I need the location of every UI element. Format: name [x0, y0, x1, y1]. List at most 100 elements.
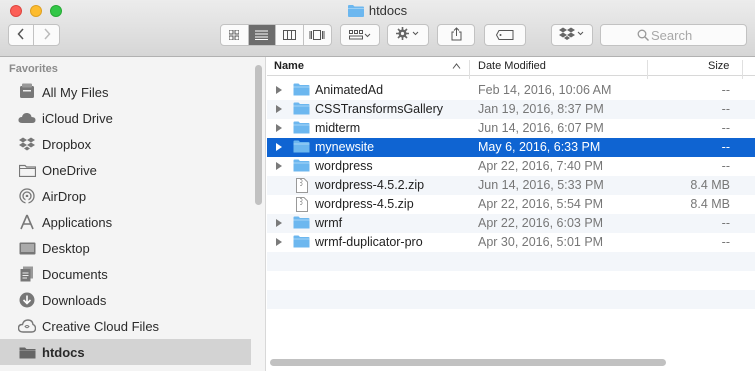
- table-row[interactable]: wrmf Apr 22, 2016, 6:03 PM --: [267, 214, 755, 233]
- share-button[interactable]: [437, 24, 475, 46]
- file-list: Name Date Modified Size AnimatedAd Feb 14…: [267, 57, 755, 371]
- sidebar-item-icloud-drive[interactable]: iCloud Drive: [0, 105, 251, 131]
- file-date-modified: Apr 22, 2016, 7:40 PM: [478, 159, 604, 173]
- sidebar-item-label: Desktop: [42, 240, 90, 256]
- sidebar-item-label: iCloud Drive: [42, 110, 113, 126]
- file-name: wordpress-4.5.2.zip: [315, 178, 425, 192]
- sidebar-item-creative-cloud-files[interactable]: Creative Cloud Files: [0, 313, 251, 339]
- date-modified-column-header[interactable]: Date Modified: [478, 60, 546, 72]
- documents-icon: [17, 264, 37, 284]
- table-row[interactable]: CSSTransformsGallery Jan 19, 2016, 8:37 P…: [267, 100, 755, 119]
- sidebar-item-htdocs[interactable]: htdocs: [0, 339, 251, 365]
- folder-icon: [293, 102, 310, 118]
- tag-button[interactable]: [484, 24, 526, 46]
- sidebar-item-label: AirDrop: [42, 188, 87, 204]
- cover-flow-icon: [309, 28, 325, 43]
- disclosure-triangle-icon[interactable]: [276, 143, 282, 151]
- file-name: mynewsite: [315, 140, 375, 154]
- sidebar-heading: Favorites: [9, 63, 58, 75]
- arrange-button[interactable]: [340, 24, 380, 46]
- sidebar-item-all-my-files[interactable]: All My Files: [0, 79, 251, 105]
- sidebar: Favorites All My Files iCloud Drive Drop…: [0, 57, 266, 371]
- sidebar-scrollbar[interactable]: [255, 65, 262, 205]
- table-row[interactable]: midterm Jun 14, 2016, 6:07 PM --: [267, 119, 755, 138]
- file-size: --: [721, 159, 730, 173]
- desktop-icon: [17, 238, 37, 258]
- table-row[interactable]: AnimatedAd Feb 14, 2016, 10:06 AM --: [267, 81, 755, 100]
- sidebar-item-onedrive[interactable]: OneDrive: [0, 157, 251, 183]
- toolbar: htdocs Search: [0, 0, 755, 57]
- file-name: CSSTransformsGallery: [315, 102, 444, 116]
- applications-icon: [17, 212, 37, 232]
- file-size: --: [721, 121, 730, 135]
- sidebar-item-documents[interactable]: Documents: [0, 261, 251, 287]
- file-size: --: [721, 102, 730, 116]
- sidebar-item-applications[interactable]: Applications: [0, 209, 251, 235]
- file-name: wordpress: [315, 159, 373, 173]
- table-row[interactable]: wordpress-4.5.2.zip Jun 14, 2016, 5:33 PM…: [267, 176, 755, 195]
- columns-icon: [282, 28, 296, 43]
- disclosure-triangle-icon[interactable]: [276, 219, 282, 227]
- disclosure-triangle-icon[interactable]: [276, 86, 282, 94]
- name-column-header[interactable]: Name: [274, 60, 304, 72]
- downloads-icon: [17, 290, 37, 310]
- search-input[interactable]: Search: [600, 24, 747, 46]
- folder-icon: [293, 216, 310, 232]
- zip-file-icon: [296, 178, 308, 196]
- dropbox-menu-button[interactable]: [551, 24, 593, 46]
- zip-file-icon: [296, 197, 308, 215]
- sidebar-item-downloads[interactable]: Downloads: [0, 287, 251, 313]
- gear-icon: [396, 27, 420, 43]
- chevron-right-icon: [43, 27, 51, 43]
- disclosure-triangle-icon[interactable]: [276, 238, 282, 246]
- sidebar-item-airdrop[interactable]: AirDrop: [0, 183, 251, 209]
- file-size: 8.4 MB: [690, 178, 730, 192]
- sidebar-item-desktop[interactable]: Desktop: [0, 235, 251, 261]
- size-column-header[interactable]: Size: [708, 60, 729, 72]
- file-name: midterm: [315, 121, 361, 135]
- file-size: --: [721, 235, 730, 249]
- table-row[interactable]: mynewsite May 6, 2016, 6:33 PM --: [267, 138, 755, 157]
- grid-icon: [228, 28, 240, 43]
- table-row[interactable]: wordpress Apr 22, 2016, 7:40 PM --: [267, 157, 755, 176]
- disclosure-triangle-icon[interactable]: [276, 124, 282, 132]
- sidebar-item-label: OneDrive: [42, 162, 97, 178]
- sidebar-item-dropbox[interactable]: Dropbox: [0, 131, 251, 157]
- dropbox-icon: [559, 27, 585, 43]
- view-mode-control: [220, 24, 332, 46]
- horizontal-scrollbar[interactable]: [270, 359, 666, 366]
- sidebar-item-label: Dropbox: [42, 136, 92, 152]
- table-row[interactable]: wrmf-duplicator-pro Apr 30, 2016, 5:01 PM…: [267, 233, 755, 252]
- disclosure-triangle-icon[interactable]: [276, 162, 282, 170]
- back-button[interactable]: [9, 25, 35, 45]
- empty-row: [267, 309, 755, 328]
- file-date-modified: May 6, 2016, 6:33 PM: [478, 140, 601, 154]
- cloud-icon: [17, 108, 37, 128]
- search-placeholder: Search: [651, 27, 693, 43]
- file-name: AnimatedAd: [315, 83, 384, 97]
- disclosure-triangle-icon[interactable]: [276, 105, 282, 113]
- arrange-icon: [349, 28, 371, 43]
- file-date-modified: Apr 22, 2016, 6:03 PM: [478, 216, 604, 230]
- column-view-button[interactable]: [276, 25, 304, 45]
- file-date-modified: Apr 30, 2016, 5:01 PM: [478, 235, 604, 249]
- list-view-button[interactable]: [248, 25, 276, 45]
- table-row[interactable]: wordpress-4.5.zip Apr 22, 2016, 5:54 PM 8.…: [267, 195, 755, 214]
- folder-icon: [293, 140, 310, 156]
- sidebar-item-label: Creative Cloud Files: [42, 318, 160, 334]
- folder-icon: [17, 342, 37, 362]
- file-date-modified: Jun 14, 2016, 6:07 PM: [478, 121, 604, 135]
- file-date-modified: Apr 22, 2016, 5:54 PM: [478, 197, 604, 211]
- airdrop-icon: [17, 186, 37, 206]
- file-date-modified: Feb 14, 2016, 10:06 AM: [478, 83, 612, 97]
- empty-row: [267, 290, 755, 309]
- action-button[interactable]: [387, 24, 429, 46]
- sidebar-item-label: htdocs: [42, 344, 85, 360]
- creative-cloud-icon: [17, 316, 37, 336]
- folder-icon: [293, 121, 310, 137]
- window-title-text: htdocs: [368, 3, 408, 18]
- cover-flow-button[interactable]: [304, 25, 331, 45]
- folder-icon: [293, 159, 310, 175]
- forward-button[interactable]: [34, 25, 59, 45]
- icon-view-button[interactable]: [221, 25, 249, 45]
